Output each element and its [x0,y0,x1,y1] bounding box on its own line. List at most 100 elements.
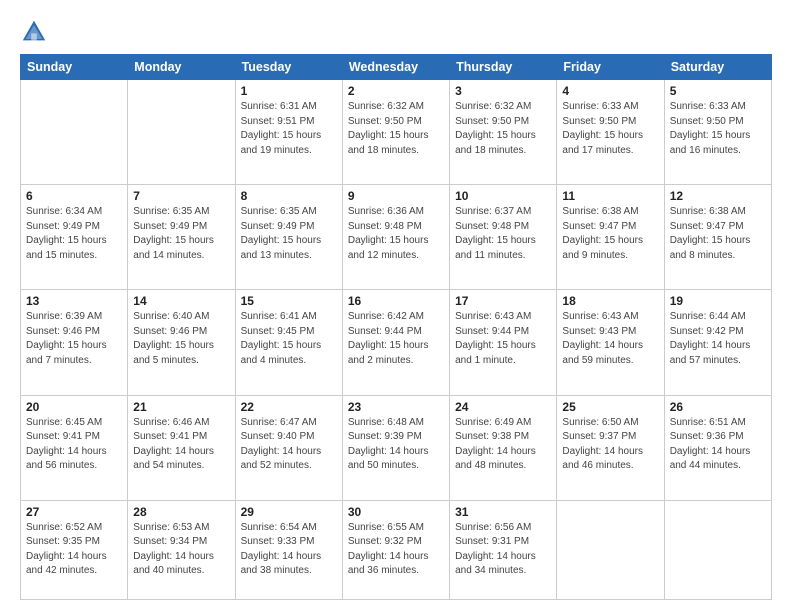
day-number: 24 [455,400,551,414]
header [20,18,772,46]
day-number: 26 [670,400,766,414]
day-info: Sunrise: 6:48 AM Sunset: 9:39 PM Dayligh… [348,416,444,474]
day-info: Sunrise: 6:33 AM Sunset: 9:50 PM Dayligh… [562,100,658,158]
day-number: 29 [241,505,337,519]
day-number: 1 [241,84,337,98]
day-number: 18 [562,294,658,308]
calendar-week-row: 13 Sunrise: 6:39 AM Sunset: 9:46 PM Dayli… [21,290,772,395]
calendar-cell: 9 Sunrise: 6:36 AM Sunset: 9:48 PM Daylig… [342,185,449,290]
logo-icon [20,18,48,46]
calendar-cell: 20 Sunrise: 6:45 AM Sunset: 9:41 PM Dayli… [21,395,128,500]
day-number: 8 [241,189,337,203]
weekday-header-wednesday: Wednesday [342,55,449,80]
calendar-cell: 6 Sunrise: 6:34 AM Sunset: 9:49 PM Daylig… [21,185,128,290]
day-number: 19 [670,294,766,308]
day-info: Sunrise: 6:43 AM Sunset: 9:43 PM Dayligh… [562,310,658,368]
calendar-cell: 28Sunrise: 6:53 AM Sunset: 9:34 PM Dayli… [128,500,235,599]
day-info: Sunrise: 6:31 AM Sunset: 9:51 PM Dayligh… [241,100,337,158]
day-number: 3 [455,84,551,98]
day-number: 6 [26,189,122,203]
weekday-header-monday: Monday [128,55,235,80]
page: SundayMondayTuesdayWednesdayThursdayFrid… [0,0,792,612]
calendar-week-row: 6 Sunrise: 6:34 AM Sunset: 9:49 PM Daylig… [21,185,772,290]
day-info: Sunrise: 6:51 AM Sunset: 9:36 PM Dayligh… [670,416,766,474]
day-number: 15 [241,294,337,308]
day-number: 7 [133,189,229,203]
day-info: Sunrise: 6:42 AM Sunset: 9:44 PM Dayligh… [348,310,444,368]
calendar-cell [557,500,664,599]
day-number: 11 [562,189,658,203]
day-number: 17 [455,294,551,308]
calendar-cell: 26 Sunrise: 6:51 AM Sunset: 9:36 PM Dayli… [664,395,771,500]
day-info: Sunrise: 6:55 AM Sunset: 9:32 PM Dayligh… [348,521,444,579]
calendar-cell: 27Sunrise: 6:52 AM Sunset: 9:35 PM Dayli… [21,500,128,599]
day-number: 25 [562,400,658,414]
calendar-cell: 25Sunrise: 6:50 AM Sunset: 9:37 PM Dayli… [557,395,664,500]
calendar-week-row: 1 Sunrise: 6:31 AM Sunset: 9:51 PM Daylig… [21,80,772,185]
day-info: Sunrise: 6:47 AM Sunset: 9:40 PM Dayligh… [241,416,337,474]
calendar-cell [664,500,771,599]
day-info: Sunrise: 6:32 AM Sunset: 9:50 PM Dayligh… [348,100,444,158]
day-number: 21 [133,400,229,414]
calendar-cell: 11 Sunrise: 6:38 AM Sunset: 9:47 PM Dayli… [557,185,664,290]
day-info: Sunrise: 6:56 AM Sunset: 9:31 PM Dayligh… [455,521,551,579]
calendar-cell [21,80,128,185]
day-info: Sunrise: 6:36 AM Sunset: 9:48 PM Dayligh… [348,205,444,263]
calendar-cell: 7 Sunrise: 6:35 AM Sunset: 9:49 PM Daylig… [128,185,235,290]
day-info: Sunrise: 6:39 AM Sunset: 9:46 PM Dayligh… [26,310,122,368]
day-number: 28 [133,505,229,519]
logo [20,18,52,46]
day-number: 14 [133,294,229,308]
day-number: 16 [348,294,444,308]
day-number: 2 [348,84,444,98]
day-info: Sunrise: 6:49 AM Sunset: 9:38 PM Dayligh… [455,416,551,474]
calendar-cell: 15 Sunrise: 6:41 AM Sunset: 9:45 PM Dayli… [235,290,342,395]
calendar-cell: 10 Sunrise: 6:37 AM Sunset: 9:48 PM Dayli… [450,185,557,290]
day-number: 23 [348,400,444,414]
calendar-cell: 13 Sunrise: 6:39 AM Sunset: 9:46 PM Dayli… [21,290,128,395]
calendar-cell: 5Sunrise: 6:33 AM Sunset: 9:50 PM Daylig… [664,80,771,185]
day-info: Sunrise: 6:32 AM Sunset: 9:50 PM Dayligh… [455,100,551,158]
calendar-cell: 3 Sunrise: 6:32 AM Sunset: 9:50 PM Daylig… [450,80,557,185]
day-number: 9 [348,189,444,203]
calendar-cell: 30 Sunrise: 6:55 AM Sunset: 9:32 PM Dayli… [342,500,449,599]
weekday-header-sunday: Sunday [21,55,128,80]
weekday-header-saturday: Saturday [664,55,771,80]
calendar-cell: 2 Sunrise: 6:32 AM Sunset: 9:50 PM Daylig… [342,80,449,185]
day-number: 27 [26,505,122,519]
calendar-cell: 14Sunrise: 6:40 AM Sunset: 9:46 PM Dayli… [128,290,235,395]
day-number: 12 [670,189,766,203]
day-info: Sunrise: 6:41 AM Sunset: 9:45 PM Dayligh… [241,310,337,368]
calendar-cell: 31 Sunrise: 6:56 AM Sunset: 9:31 PM Dayli… [450,500,557,599]
day-info: Sunrise: 6:54 AM Sunset: 9:33 PM Dayligh… [241,521,337,579]
day-number: 10 [455,189,551,203]
day-info: Sunrise: 6:38 AM Sunset: 9:47 PM Dayligh… [670,205,766,263]
calendar-cell: 16 Sunrise: 6:42 AM Sunset: 9:44 PM Dayli… [342,290,449,395]
calendar-cell: 23 Sunrise: 6:48 AM Sunset: 9:39 PM Dayli… [342,395,449,500]
day-info: Sunrise: 6:34 AM Sunset: 9:49 PM Dayligh… [26,205,122,263]
day-number: 20 [26,400,122,414]
day-info: Sunrise: 6:33 AM Sunset: 9:50 PM Dayligh… [670,100,766,158]
day-info: Sunrise: 6:37 AM Sunset: 9:48 PM Dayligh… [455,205,551,263]
day-number: 30 [348,505,444,519]
day-info: Sunrise: 6:44 AM Sunset: 9:42 PM Dayligh… [670,310,766,368]
calendar-cell [128,80,235,185]
calendar-cell: 1 Sunrise: 6:31 AM Sunset: 9:51 PM Daylig… [235,80,342,185]
calendar-week-row: 20 Sunrise: 6:45 AM Sunset: 9:41 PM Dayli… [21,395,772,500]
day-number: 31 [455,505,551,519]
weekday-header-thursday: Thursday [450,55,557,80]
calendar-cell: 19 Sunrise: 6:44 AM Sunset: 9:42 PM Dayli… [664,290,771,395]
day-number: 4 [562,84,658,98]
day-number: 13 [26,294,122,308]
day-info: Sunrise: 6:45 AM Sunset: 9:41 PM Dayligh… [26,416,122,474]
day-info: Sunrise: 6:43 AM Sunset: 9:44 PM Dayligh… [455,310,551,368]
calendar-cell: 22 Sunrise: 6:47 AM Sunset: 9:40 PM Dayli… [235,395,342,500]
calendar-cell: 18 Sunrise: 6:43 AM Sunset: 9:43 PM Dayli… [557,290,664,395]
day-number: 22 [241,400,337,414]
calendar-cell: 21Sunrise: 6:46 AM Sunset: 9:41 PM Dayli… [128,395,235,500]
day-info: Sunrise: 6:38 AM Sunset: 9:47 PM Dayligh… [562,205,658,263]
calendar-cell: 4 Sunrise: 6:33 AM Sunset: 9:50 PM Daylig… [557,80,664,185]
calendar-cell: 17 Sunrise: 6:43 AM Sunset: 9:44 PM Dayli… [450,290,557,395]
day-info: Sunrise: 6:35 AM Sunset: 9:49 PM Dayligh… [133,205,229,263]
calendar-cell: 12 Sunrise: 6:38 AM Sunset: 9:47 PM Dayli… [664,185,771,290]
